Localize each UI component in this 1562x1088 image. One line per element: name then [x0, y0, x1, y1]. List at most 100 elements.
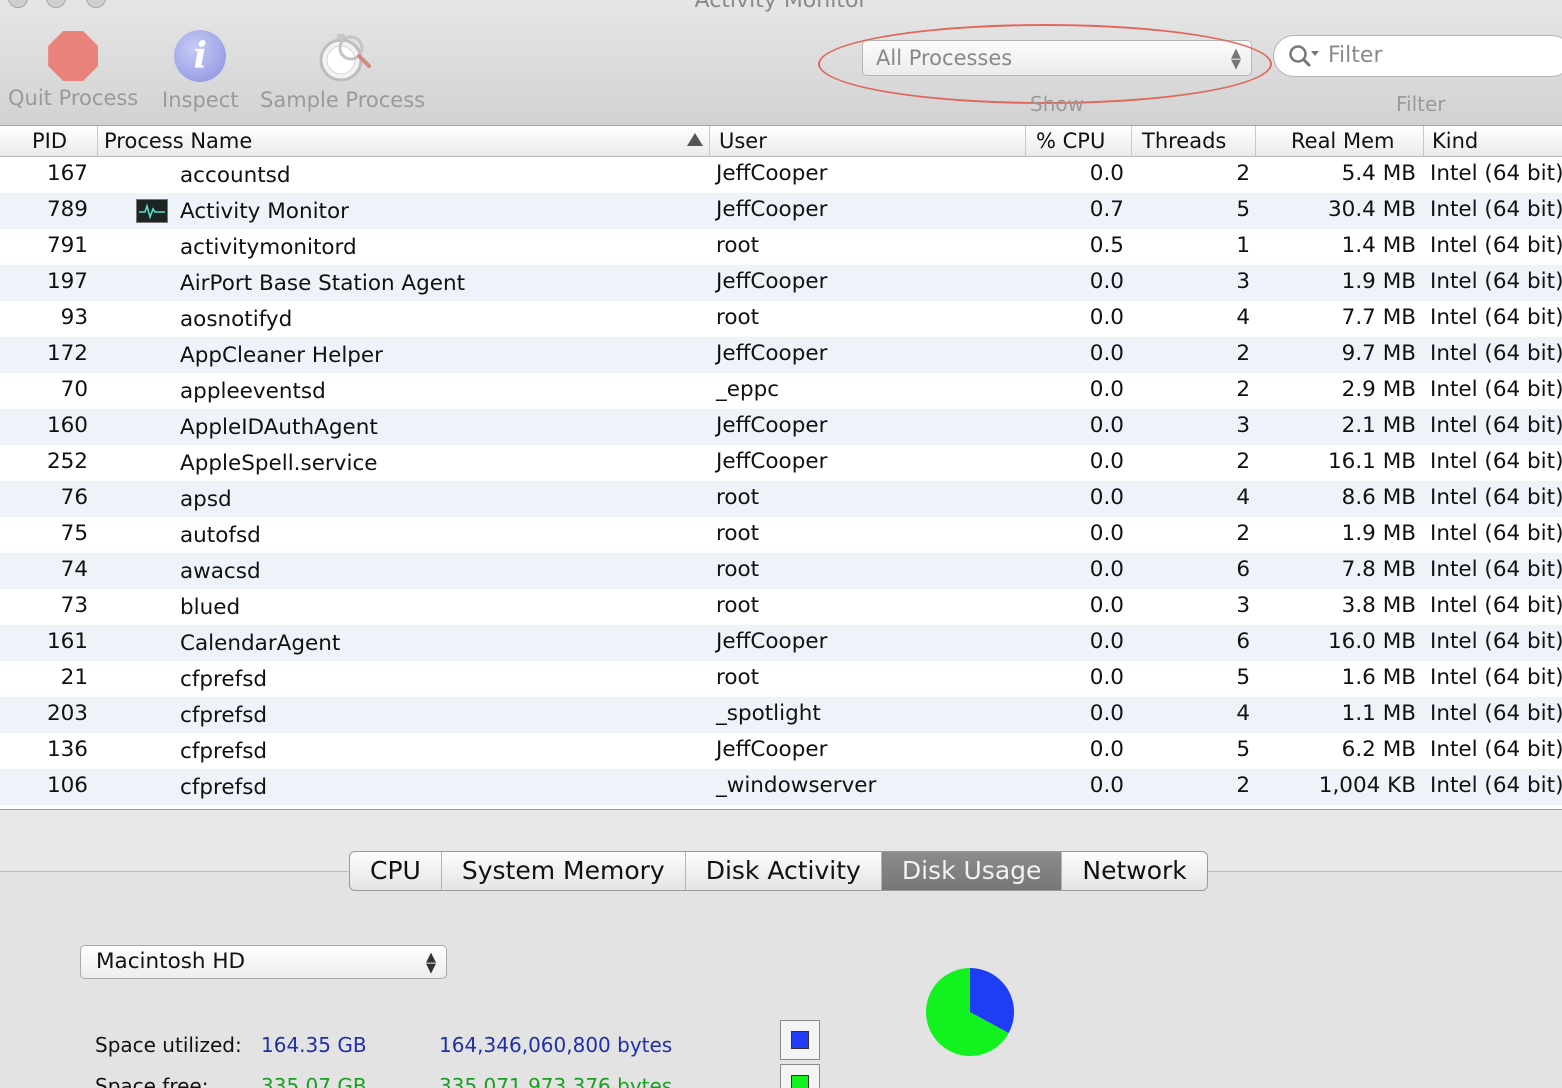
table-row[interactable]: 789 Activity Monitor JeffCooper 0.7 5 30.4 MB… — [0, 193, 1562, 229]
filter-placeholder: Filter — [1328, 43, 1383, 68]
cpu-cell: 0.0 — [1089, 485, 1124, 510]
pid-cell: 161 — [46, 629, 88, 654]
pid-cell: 167 — [46, 161, 88, 186]
process-name-cell: AppCleaner Helper — [180, 343, 384, 368]
column-header-real-mem[interactable]: Real Mem — [1285, 126, 1424, 157]
toolbar: Activity Monitor Quit Process i Inspect … — [0, 0, 1562, 126]
table-row[interactable]: 167 accountsd JeffCooper 0.0 2 5.4 MB Intel (6… — [0, 157, 1562, 193]
table-row[interactable]: 75 autofsd root 0.0 2 1.9 MB Intel (64 bit) — [0, 517, 1562, 553]
column-header-process-name-label: Process Name — [104, 129, 253, 153]
column-header-user[interactable]: User — [713, 126, 1026, 157]
column-header-cpu[interactable]: % CPU — [1030, 126, 1132, 157]
table-row[interactable]: 70 appleeventsd _eppc 0.0 2 2.9 MB Intel (64 b… — [0, 373, 1562, 409]
real-mem-cell: 6.2 MB — [1341, 737, 1416, 762]
table-row[interactable]: 791 activitymonitord root 0.5 1 1.4 MB Intel (… — [0, 229, 1562, 265]
table-row[interactable]: 136 cfprefsd JeffCooper 0.0 5 6.2 MB Intel (64… — [0, 733, 1562, 769]
process-name-cell: aosnotifyd — [180, 307, 293, 332]
cpu-cell: 0.0 — [1089, 449, 1124, 474]
real-mem-cell: 1.4 MB — [1341, 233, 1416, 258]
threads-cell: 2 — [1236, 377, 1250, 402]
space-free-bytes: 335,071,973,376 bytes — [439, 1074, 673, 1088]
table-row[interactable]: 161 CalendarAgent JeffCooper 0.0 6 16.0 MB Int… — [0, 625, 1562, 661]
table-row[interactable]: 93 aosnotifyd root 0.0 4 7.7 MB Intel (64 bit) — [0, 301, 1562, 337]
space-utilized-color-well[interactable] — [780, 1020, 820, 1060]
kind-cell: Intel (64 bit) — [1430, 305, 1562, 330]
column-header-kind[interactable]: Kind — [1426, 126, 1562, 157]
user-cell: root — [716, 233, 760, 258]
user-cell: root — [716, 305, 760, 330]
table-row[interactable]: 197 AirPort Base Station Agent JeffCooper 0… — [0, 265, 1562, 301]
threads-cell: 1 — [1236, 233, 1250, 258]
user-cell: root — [716, 665, 760, 690]
pid-cell: 93 — [60, 305, 88, 330]
tab-system-memory[interactable]: System Memory — [442, 852, 686, 890]
pid-cell: 197 — [46, 269, 88, 294]
pid-cell: 76 — [60, 485, 88, 510]
threads-cell: 3 — [1236, 269, 1250, 294]
cpu-cell: 0.0 — [1089, 629, 1124, 654]
pid-cell: 791 — [46, 233, 88, 258]
user-cell: _windowserver — [716, 773, 877, 798]
kind-cell: Intel (64 bit) — [1430, 341, 1562, 366]
info-icon: i — [174, 30, 227, 82]
threads-cell: 2 — [1236, 773, 1250, 798]
threads-cell: 2 — [1236, 341, 1250, 366]
table-body: 167 accountsd JeffCooper 0.0 2 5.4 MB Intel (6… — [0, 157, 1562, 810]
volume-select-value: Macintosh HD — [96, 949, 246, 974]
tab-cpu[interactable]: CPU — [350, 852, 442, 890]
process-table: PID Process Name User % CPU Threads Real… — [0, 126, 1562, 810]
table-row[interactable]: 172 AppCleaner Helper JeffCooper 0.0 2 9.7 MB… — [0, 337, 1562, 373]
table-row[interactable]: 73 blued root 0.0 3 3.8 MB Intel (64 bit) — [0, 589, 1562, 625]
user-cell: _eppc — [716, 377, 780, 402]
sample-process-button[interactable]: Sample Process — [260, 28, 425, 112]
process-name-cell: cfprefsd — [180, 667, 268, 692]
table-row[interactable]: 160 AppleIDAuthAgent JeffCooper 0.0 3 2.1 MB I… — [0, 409, 1562, 445]
space-utilized-swatch — [791, 1031, 809, 1049]
pid-cell: 172 — [46, 341, 88, 366]
table-row[interactable]: 21 cfprefsd root 0.0 5 1.6 MB Intel (64 bit) — [0, 661, 1562, 697]
process-name-cell: autofsd — [180, 523, 261, 548]
pid-cell: 789 — [46, 197, 88, 222]
pid-cell: 21 — [60, 665, 88, 690]
column-header-process-name[interactable]: Process Name — [98, 126, 710, 157]
space-free-color-well[interactable] — [780, 1064, 820, 1088]
space-free-gb: 335.07 GB — [261, 1074, 367, 1088]
cpu-cell: 0.0 — [1089, 269, 1124, 294]
inspect-button[interactable]: i Inspect — [162, 28, 238, 112]
column-header-threads[interactable]: Threads — [1136, 126, 1256, 157]
volume-select[interactable]: Macintosh HD ▲ ▼ — [80, 945, 447, 979]
table-row[interactable]: 74 awacsd root 0.0 6 7.8 MB Intel (64 bit) — [0, 553, 1562, 589]
user-cell: JeffCooper — [716, 341, 828, 366]
table-row[interactable]: 252 AppleSpell.service JeffCooper 0.0 2 16.1 … — [0, 445, 1562, 481]
process-name-cell: appleeventsd — [180, 379, 326, 404]
pid-cell: 136 — [46, 737, 88, 762]
kind-cell: Intel (64 bit) — [1430, 197, 1562, 222]
real-mem-cell: 7.8 MB — [1341, 557, 1416, 582]
cpu-cell: 0.5 — [1089, 233, 1124, 258]
user-cell: JeffCooper — [716, 413, 828, 438]
threads-cell: 6 — [1236, 629, 1250, 654]
process-name-cell: AirPort Base Station Agent — [180, 271, 466, 296]
real-mem-cell: 1.6 MB — [1341, 665, 1416, 690]
table-row[interactable]: 76 apsd root 0.0 4 8.6 MB Intel (64 bit) — [0, 481, 1562, 517]
table-row[interactable]: 203 cfprefsd _spotlight 0.0 4 1.1 MB Intel (64… — [0, 697, 1562, 733]
real-mem-cell: 1.9 MB — [1341, 521, 1416, 546]
tab-disk-activity[interactable]: Disk Activity — [686, 852, 882, 890]
filter-label: Filter — [1396, 92, 1446, 116]
table-row[interactable]: 106 cfprefsd _windowserver 0.0 2 1,004 KB Inte… — [0, 769, 1562, 805]
tab-disk-usage[interactable]: Disk Usage — [881, 852, 1063, 890]
real-mem-cell: 9.7 MB — [1341, 341, 1416, 366]
cpu-cell: 0.0 — [1089, 773, 1124, 798]
select-arrows-icon: ▲ ▼ — [426, 950, 436, 976]
tab-network[interactable]: Network — [1062, 852, 1206, 890]
user-cell: JeffCooper — [716, 161, 828, 186]
pid-cell: 203 — [46, 701, 88, 726]
column-header-pid[interactable]: PID — [26, 126, 98, 157]
kind-cell: Intel (64 bit) — [1430, 413, 1562, 438]
threads-cell: 3 — [1236, 413, 1250, 438]
inspect-label: Inspect — [162, 88, 239, 112]
quit-process-button[interactable]: Quit Process — [8, 28, 138, 110]
kind-cell: Intel (64 bit) — [1430, 737, 1562, 762]
threads-cell: 3 — [1236, 593, 1250, 618]
filter-search-field[interactable]: Filter — [1273, 35, 1562, 77]
